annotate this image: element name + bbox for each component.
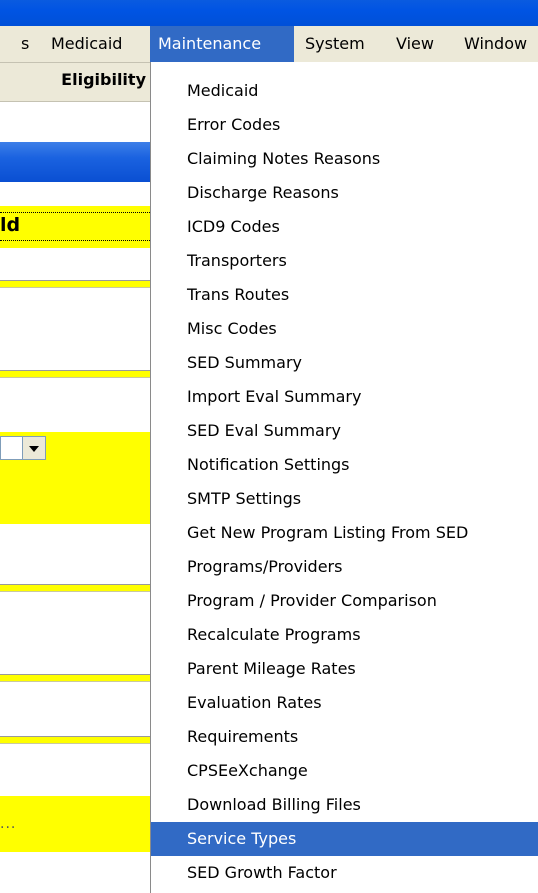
dropdown-row: [0, 432, 150, 524]
maintenance-dropdown-menu: Medicaid Error Codes Claiming Notes Reas…: [150, 62, 538, 893]
link-fragment[interactable]: ...: [0, 816, 16, 832]
field-divider: [0, 584, 150, 592]
menu-item-smtp-settings[interactable]: SMTP Settings: [151, 482, 538, 516]
dropdown-value-field[interactable]: [0, 436, 22, 460]
menu-item-recalculate-programs[interactable]: Recalculate Programs: [151, 618, 538, 652]
section-header-bar: [0, 142, 150, 182]
menu-item-icd9-codes[interactable]: ICD9 Codes: [151, 210, 538, 244]
menu-view[interactable]: View: [396, 26, 434, 62]
menu-item-sed-growth-factor[interactable]: SED Growth Factor: [151, 856, 538, 890]
menu-item-parent-mileage-rates[interactable]: Parent Mileage Rates: [151, 652, 538, 686]
menu-bar: s Medicaid Maintenance System View Windo…: [0, 26, 538, 63]
dotted-border: [0, 240, 150, 241]
menu-item-programs-providers[interactable]: Programs/Providers: [151, 550, 538, 584]
menu-item-import-eval-summary[interactable]: Import Eval Summary: [151, 380, 538, 414]
menu-item-notification-settings[interactable]: Notification Settings: [151, 448, 538, 482]
field-divider: [0, 280, 150, 288]
link-row: ...: [0, 796, 150, 852]
dotted-border: [0, 212, 150, 213]
field-divider: [0, 736, 150, 744]
chevron-down-icon: [29, 446, 39, 452]
menu-item-program-provider-comparison[interactable]: Program / Provider Comparison: [151, 584, 538, 618]
menu-item-claiming-notes-reasons[interactable]: Claiming Notes Reasons: [151, 142, 538, 176]
menu-item-medicaid[interactable]: Medicaid: [151, 74, 538, 108]
menu-item-service-types[interactable]: Service Types: [151, 822, 538, 856]
window-title-bar: [0, 0, 538, 27]
menu-item-trans-routes[interactable]: Trans Routes: [151, 278, 538, 312]
menu-item-requirements[interactable]: Requirements: [151, 720, 538, 754]
menu-item-misc-codes[interactable]: Misc Codes: [151, 312, 538, 346]
menu-item-error-codes[interactable]: Error Codes: [151, 108, 538, 142]
background-form: ld ...: [0, 102, 150, 893]
field-label-fragment: ld: [0, 214, 21, 236]
dropdown-button[interactable]: [22, 436, 46, 460]
toolbar: Eligibility: [0, 63, 150, 102]
menu-item-transporters[interactable]: Transporters: [151, 244, 538, 278]
field-divider: [0, 674, 150, 682]
menu-system[interactable]: System: [305, 26, 365, 62]
menu-item-evaluation-rates[interactable]: Evaluation Rates: [151, 686, 538, 720]
menu-window[interactable]: Window: [464, 26, 527, 62]
field-row-highlighted: ld: [0, 206, 150, 248]
menu-item-get-new-program-listing[interactable]: Get New Program Listing From SED: [151, 516, 538, 550]
menu-item-sed-eval-summary[interactable]: SED Eval Summary: [151, 414, 538, 448]
menu-item-cpseexchange[interactable]: CPSEeXchange: [151, 754, 538, 788]
menu-item-download-billing-files[interactable]: Download Billing Files: [151, 788, 538, 822]
field-divider: [0, 370, 150, 378]
menu-item-sed-summary[interactable]: SED Summary: [151, 346, 538, 380]
menu-item-discharge-reasons[interactable]: Discharge Reasons: [151, 176, 538, 210]
menu-medicaid[interactable]: Medicaid: [51, 26, 122, 62]
menu-item-tools-partial[interactable]: s: [21, 26, 29, 62]
menu-maintenance[interactable]: Maintenance: [150, 26, 294, 62]
tab-eligibility[interactable]: Eligibility: [61, 63, 146, 101]
